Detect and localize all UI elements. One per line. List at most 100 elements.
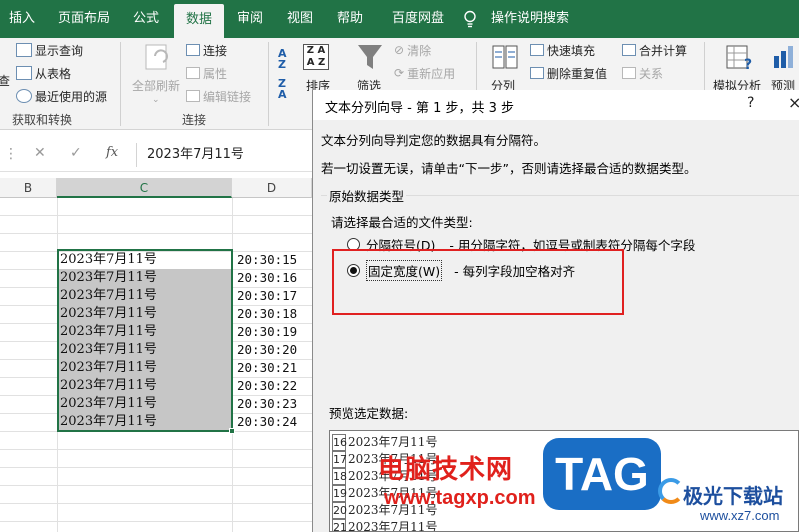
more-options-icon[interactable]: ⋮: [4, 146, 18, 162]
cell-time[interactable]: 20:30:22: [232, 377, 312, 395]
group-label-connections: 连接: [182, 113, 207, 127]
text-to-columns-icon: [492, 45, 518, 69]
dialog-message-2: 若一切设置无误，请单击“下一步”，否则请选择最合适的数据类型。: [321, 161, 697, 176]
sort-az-icon[interactable]: AZ: [278, 48, 287, 70]
table-query-icon: [16, 43, 32, 57]
watermark-tag-logo: TAG: [543, 438, 661, 510]
filter-funnel-icon: [358, 45, 382, 69]
consolidate-icon: [622, 44, 636, 56]
table-icon: [16, 66, 32, 80]
forecast-sheet-icon: [774, 46, 793, 68]
dialog-title: 文本分列向导 - 第 1 步，共 3 步: [325, 101, 515, 116]
from-table-label: 从表格: [35, 66, 72, 81]
tab-tell-me[interactable]: 操作说明搜索: [488, 0, 572, 38]
tab-insert[interactable]: 插入: [2, 0, 42, 38]
formula-bar: ⋮ ✕ ✓ fx 2023年7月11号: [0, 138, 312, 172]
show-queries-button[interactable]: 显示查询: [16, 40, 83, 60]
clear-filter-button[interactable]: ⊘ 清除: [394, 40, 431, 60]
cell-time[interactable]: 20:30:24: [232, 413, 312, 431]
consolidate-label: 合并计算: [639, 43, 688, 58]
group-label-get-transform: 获取和转换: [12, 113, 73, 127]
cell-time[interactable]: 20:30:20: [232, 341, 312, 359]
watermark-site2-name: 极光下载站: [683, 484, 783, 508]
flash-fill-label: 快速填充: [547, 43, 596, 58]
tab-help[interactable]: 帮助: [330, 0, 370, 38]
tab-view[interactable]: 视图: [280, 0, 320, 38]
cell-time[interactable]: 20:30:21: [232, 359, 312, 377]
group-title: 原始数据类型: [327, 186, 407, 205]
connections-button[interactable]: 连接: [186, 40, 227, 60]
remove-duplicates-button[interactable]: 删除重复值: [530, 63, 607, 83]
get-data-partial[interactable]: 查: [0, 70, 10, 90]
recent-sources-label: 最近使用的源: [35, 89, 108, 104]
preview-row-number: 16: [332, 434, 347, 451]
gridline: [0, 233, 312, 234]
clear-icon: ⊘: [394, 43, 405, 57]
relationships-label: 关系: [639, 66, 664, 81]
edit-links-button[interactable]: 编辑链接: [186, 86, 251, 106]
enter-check-icon[interactable]: ✓: [70, 145, 82, 161]
highlight-box: [332, 249, 624, 315]
gridline: [0, 215, 312, 216]
help-button[interactable]: ?: [747, 95, 754, 111]
fill-handle[interactable]: [229, 428, 235, 434]
formula-input[interactable]: 2023年7月11号: [136, 143, 312, 167]
watermark-site-name: 电脑技术网: [378, 455, 514, 485]
remove-duplicates-label: 删除重复值: [547, 66, 608, 81]
selection-border: [57, 249, 233, 432]
cell-time[interactable]: 20:30:16: [232, 269, 312, 287]
tab-page-layout[interactable]: 页面布局: [52, 0, 116, 38]
tab-formulas[interactable]: 公式: [126, 0, 166, 38]
column-header-c[interactable]: C: [57, 178, 232, 198]
gridline: [0, 485, 312, 486]
cell-time[interactable]: 20:30:18: [232, 305, 312, 323]
svg-text:?: ?: [744, 57, 752, 72]
watermark-site2-url: www.xz7.com: [700, 508, 780, 523]
reapply-icon: ⟳: [394, 66, 405, 80]
cell-time[interactable]: 20:30:15: [232, 251, 312, 269]
preview-row-number: 19: [332, 485, 347, 502]
properties-button[interactable]: 属性: [186, 63, 227, 83]
cell-time[interactable]: 20:30:19: [232, 323, 312, 341]
sort-za-icon[interactable]: ZA: [278, 78, 287, 100]
dialog-message-1: 文本分列向导判定您的数据具有分隔符。: [321, 133, 547, 148]
insert-function-icon[interactable]: fx: [106, 145, 118, 160]
cancel-icon[interactable]: ✕: [34, 145, 46, 161]
reapply-button[interactable]: ⟳ 重新应用: [394, 63, 455, 83]
gridline: [0, 467, 312, 468]
gridline: [0, 503, 312, 504]
preview-row-number: 17: [332, 451, 347, 468]
dialog-titlebar[interactable]: 文本分列向导 - 第 1 步，共 3 步 ? ×: [313, 90, 799, 120]
connections-label: 连接: [203, 43, 228, 58]
flash-fill-icon: [530, 44, 544, 56]
tab-data[interactable]: 数据: [174, 4, 224, 38]
preview-row-number: 18: [332, 468, 347, 485]
relationships-button[interactable]: 关系: [622, 63, 663, 83]
cell-time[interactable]: 20:30:17: [232, 287, 312, 305]
properties-label: 属性: [203, 66, 228, 81]
ribbon-tab-bar: 插入 页面布局 公式 数据 审阅 视图 帮助 百度网盘 操作说明搜索: [0, 0, 799, 38]
cell-time[interactable]: 20:30:23: [232, 395, 312, 413]
preview-row-number: 21: [332, 519, 347, 531]
gridline: [0, 449, 312, 450]
preview-row-value: 2023年7月11号: [348, 520, 438, 532]
column-header-d[interactable]: D: [232, 178, 312, 198]
watermark-site-url: www.tagxp.com: [384, 487, 536, 509]
refresh-all-icon: [145, 44, 168, 70]
get-data-label: 查: [0, 73, 11, 88]
file-type-prompt: 请选择最合适的文件类型:: [331, 215, 473, 230]
from-table-button[interactable]: 从表格: [16, 63, 71, 83]
column-header-b[interactable]: B: [0, 178, 57, 198]
close-icon[interactable]: ×: [788, 93, 799, 112]
consolidate-button[interactable]: 合并计算: [622, 40, 687, 60]
watermark-logo-icon: [658, 478, 684, 504]
lightbulb-icon: [464, 10, 476, 28]
tab-review[interactable]: 审阅: [230, 0, 270, 38]
connections-icon: [186, 44, 200, 56]
chevron-down-icon: ⌄: [152, 95, 160, 105]
clock-icon: [16, 89, 32, 103]
tab-baidu-netdisk[interactable]: 百度网盘: [384, 0, 452, 38]
recent-sources-button[interactable]: 最近使用的源: [16, 86, 107, 106]
flash-fill-button[interactable]: 快速填充: [530, 40, 595, 60]
what-if-analysis-icon: ?: [726, 45, 752, 72]
